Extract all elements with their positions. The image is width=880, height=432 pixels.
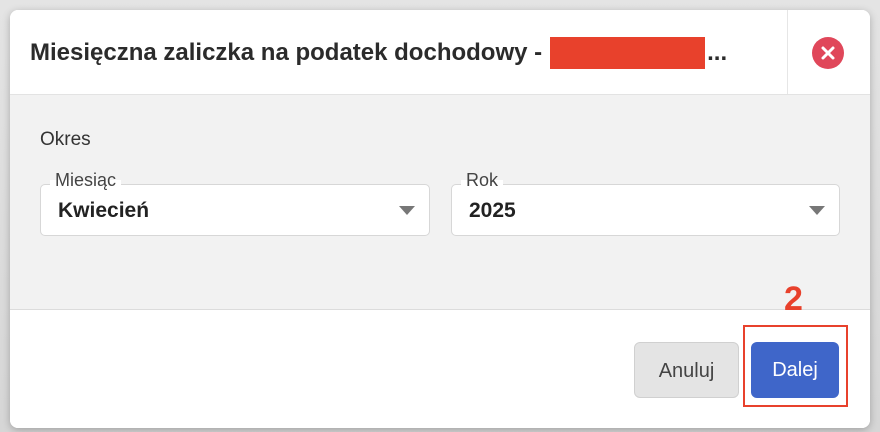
tax-advance-dialog: Miesięczna zaliczka na podatek dochodowy… <box>10 10 870 428</box>
month-select[interactable]: Miesiąc Kwiecień <box>40 168 430 236</box>
period-label: Okres <box>40 129 91 150</box>
annotation-number: 2 <box>784 280 803 318</box>
title-ellipsis: ... <box>707 39 728 66</box>
redacted-name <box>550 37 706 69</box>
cancel-button[interactable]: Anuluj <box>634 342 739 398</box>
year-select[interactable]: Rok 2025 <box>451 168 840 236</box>
year-label: Rok <box>461 168 504 192</box>
close-icon <box>821 46 835 60</box>
dialog-title: Miesięczna zaliczka na podatek dochodowy… <box>30 36 727 70</box>
annotation-highlight <box>743 325 848 407</box>
header-divider <box>787 10 788 94</box>
month-label: Miesiąc <box>50 168 122 192</box>
dialog-title-text: Miesięczna zaliczka na podatek dochodowy… <box>30 39 543 66</box>
dialog-header: Miesięczna zaliczka na podatek dochodowy… <box>10 10 870 95</box>
chevron-down-icon <box>399 206 415 215</box>
year-value: 2025 <box>469 199 516 222</box>
dialog-body: Okres Miesiąc Kwiecień Rok 2025 <box>10 95 870 310</box>
dialog-footer: Anuluj Dalej 2 <box>10 280 870 428</box>
month-value: Kwiecień <box>58 199 150 222</box>
chevron-down-icon <box>809 206 825 215</box>
close-button[interactable] <box>812 37 844 69</box>
